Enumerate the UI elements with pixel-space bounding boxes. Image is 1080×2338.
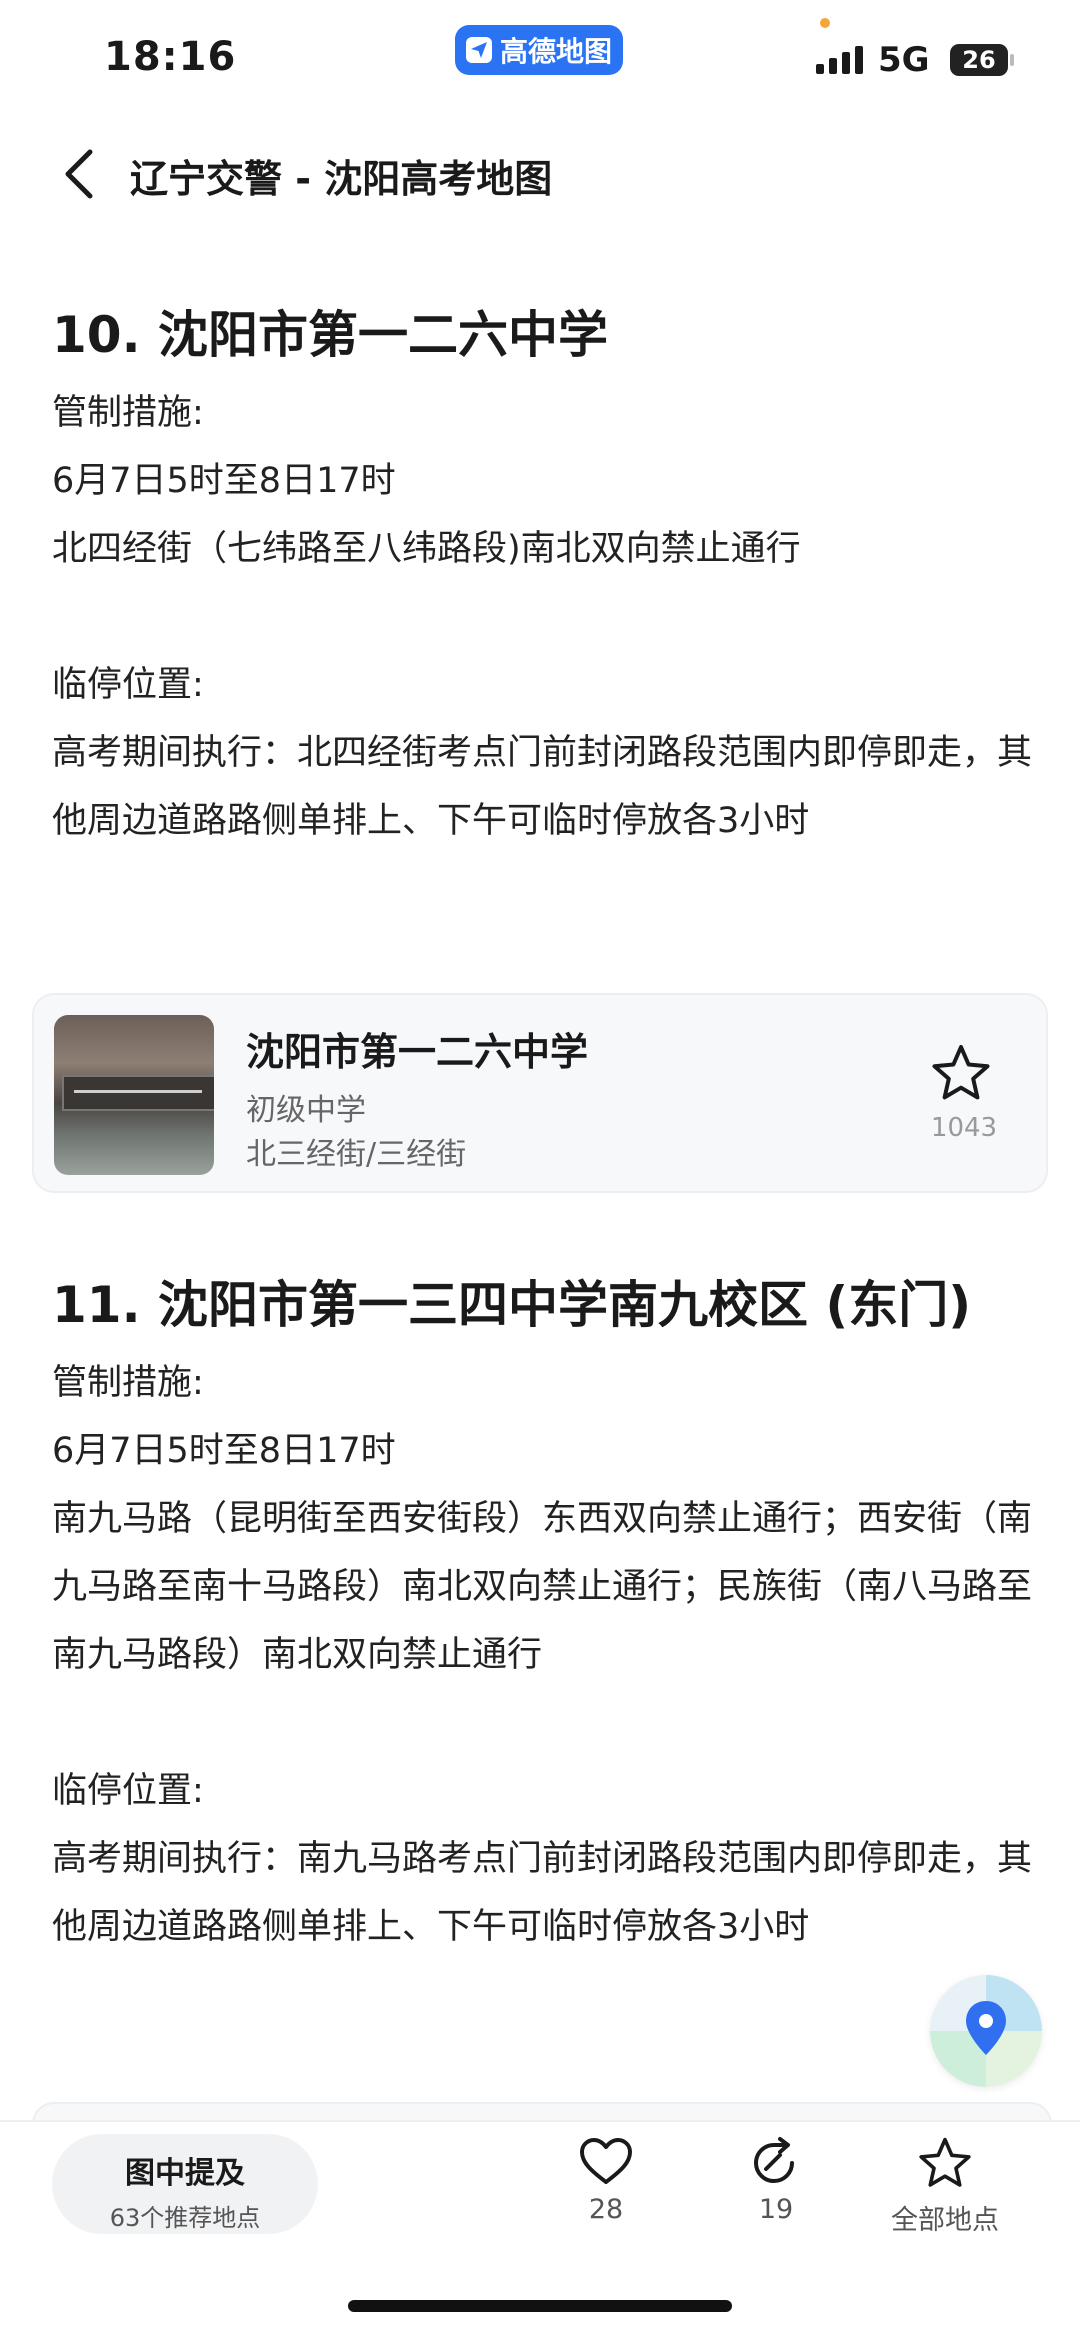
parking-text: 高考期间执行：南九马路考点门前封闭路段范围内即停即走，其他周边道路路侧单排上、下… — [52, 1839, 1033, 1947]
signal-icon — [816, 44, 863, 74]
control-time: 6月7日5时至8日17时 — [52, 461, 396, 501]
locate-button[interactable] — [930, 1975, 1042, 2087]
home-indicator[interactable] — [348, 2300, 732, 2312]
back-arrow-icon[interactable] — [60, 146, 96, 202]
parking-text: 高考期间执行：北四经街考点门前封闭路段范围内即停即走，其他周边道路路侧单排上、下… — [52, 733, 1033, 841]
like-count: 28 — [588, 2194, 624, 2225]
parking-label: 临停位置: — [52, 665, 204, 705]
section-heading: 10. 沈阳市第一二六中学 — [52, 306, 608, 364]
control-label: 管制措施: — [52, 393, 204, 433]
favorite-count: 1043 — [930, 1113, 998, 1143]
place-photo — [54, 1015, 214, 1175]
control-label: 管制措施: — [52, 1363, 204, 1403]
navigation-arrow-icon — [465, 37, 492, 63]
section-10: 10. 沈阳市第一二六中学 管制措施: 6月7日5时至8日17时 北四经街（七纬… — [52, 305, 1032, 855]
battery-level: 26 — [962, 46, 996, 74]
section-11: 11. 沈阳市第一三四中学南九校区 (东门) 管制措施: 6月7日5时至8日17… — [52, 1275, 1032, 1961]
control-time: 6月7日5时至8日17时 — [52, 1431, 396, 1471]
share-count: 19 — [758, 2194, 794, 2225]
like-button[interactable]: 28 — [541, 2136, 671, 2225]
app-badge[interactable]: 高德地图 — [455, 25, 623, 75]
place-category: 初级中学 — [246, 1093, 366, 1128]
all-places-label: 全部地点 — [891, 2205, 999, 2236]
parking-label: 临停位置: — [52, 1771, 204, 1811]
recommend-subtitle: 63个推荐地点 — [109, 2204, 261, 2232]
status-time: 18:16 — [104, 34, 237, 80]
control-text: 南九马路（昆明街至西安街段）东西双向禁止通行；西安街（南九马路至南十马路段）南北… — [52, 1499, 1033, 1675]
status-bar: 18:16 高德地图 5G 26 — [0, 0, 1080, 120]
page-title: 辽宁交警 - 沈阳高考地图 — [130, 157, 553, 201]
battery-icon: 26 — [950, 44, 1008, 76]
star-icon[interactable] — [930, 1043, 992, 1103]
nav-bar: 辽宁交警 - 沈阳高考地图 — [0, 130, 1080, 220]
place-card[interactable]: 沈阳市第一二六中学 初级中学 北三经街/三经街 1043 — [32, 993, 1048, 1193]
star-icon — [919, 2137, 971, 2187]
recommended-places-button[interactable]: 图中提及 63个推荐地点 — [52, 2134, 318, 2234]
section-heading: 11. 沈阳市第一三四中学南九校区 (东门) — [52, 1276, 972, 1334]
all-places-button[interactable]: 全部地点 — [880, 2136, 1010, 2237]
share-icon — [753, 2137, 794, 2184]
privacy-indicator — [820, 18, 830, 28]
battery-tip — [1010, 54, 1014, 66]
place-name: 沈阳市第一二六中学 — [246, 1030, 589, 1074]
control-text: 北四经街（七纬路至八纬路段)南北双向禁止通行 — [52, 529, 801, 569]
location-pin-icon — [966, 2001, 1006, 2055]
heart-icon — [580, 2138, 632, 2184]
app-badge-label: 高德地图 — [499, 35, 612, 68]
share-button[interactable]: 19 — [711, 2136, 841, 2225]
place-address: 北三经街/三经街 — [246, 1137, 467, 1172]
recommend-title: 图中提及 — [125, 2156, 245, 2191]
network-type: 5G — [878, 40, 930, 80]
